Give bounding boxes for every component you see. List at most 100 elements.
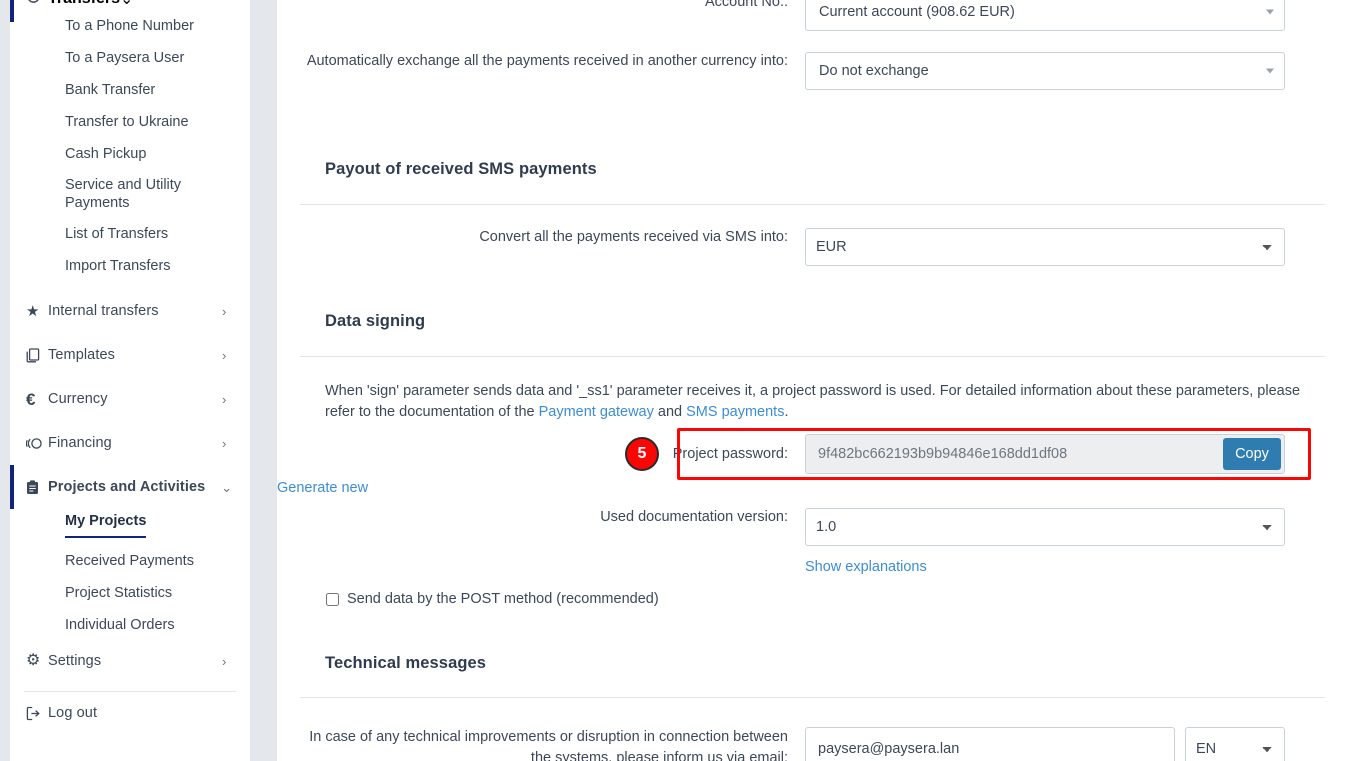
technical-email-row: In case of any technical improvements or… (277, 727, 1285, 761)
sidebar-item-transfers-label: Transfers (48, 0, 120, 8)
sidebar-item-currency-label: Currency (48, 391, 108, 407)
sidebar-item-import-transfers[interactable]: Import Transfers (10, 250, 250, 282)
auto-exchange-value: Do not exchange (819, 63, 929, 79)
chevron-right-icon: › (222, 653, 227, 669)
auto-exchange-select[interactable]: Do not exchange (805, 52, 1285, 90)
sms-convert-row: Convert all the payments received via SM… (277, 228, 1285, 266)
sidebar-sublabel: Import Transfers (65, 257, 171, 274)
sidebar-sublabel: Individual Orders (65, 616, 175, 633)
account-number-value: Current account (908.62 EUR) (819, 4, 1015, 20)
copy-icon (26, 347, 48, 363)
sidebar-item-internal-transfers[interactable]: ★ Internal transfers › (10, 289, 250, 333)
app-root: Transfers ⌄ To a Phone Number To a Payse… (0, 0, 1365, 761)
refresh-icon (26, 0, 48, 9)
sidebar-group-transfers: Transfers ⌄ To a Phone Number To a Payse… (10, 0, 250, 282)
sidebar-sublabel: Received Payments (65, 552, 194, 569)
sidebar-item-cash-pickup[interactable]: Cash Pickup (10, 138, 250, 170)
star-icon: ★ (26, 302, 40, 320)
sidebar-sublabel: To a Paysera User (65, 49, 185, 66)
data-signing-description: When 'sign' parameter sends data and '_s… (325, 381, 1325, 422)
generate-new-link[interactable]: Generate new (277, 480, 368, 496)
doc-version-label: Used documentation version: (600, 509, 788, 525)
sidebar-group-projects-and-activities: Projects and Activities ⌄ My Projects Re… (10, 465, 250, 641)
annotation-badge-5: 5 (625, 437, 659, 471)
sms-payments-link[interactable]: SMS payments (686, 404, 784, 420)
sidebar-item-financing[interactable]: Financing › (10, 421, 250, 465)
active-indicator (10, 0, 14, 22)
data-signing-heading: Data signing (325, 312, 426, 330)
doc-version-row: Used documentation version: 1.0 1.1 1.2 … (277, 508, 1285, 576)
payment-gateway-link[interactable]: Payment gateway (539, 404, 654, 420)
show-explanations-link[interactable]: Show explanations (805, 559, 927, 575)
account-number-control: Current account (908.62 EUR) (805, 0, 1285, 31)
project-password-input[interactable] (806, 435, 1223, 473)
gear-icon: ⚙ (26, 652, 41, 669)
sidebar-item-projects-and-activities[interactable]: Projects and Activities ⌄ (10, 465, 250, 509)
data-signing-rule (300, 356, 1325, 357)
clipboard-icon (26, 479, 48, 495)
sidebar-item-my-projects[interactable]: My Projects (10, 509, 250, 545)
description-end: . (784, 403, 789, 420)
sidebar-item-settings[interactable]: ⚙ Settings › (10, 641, 250, 681)
sidebar: Transfers ⌄ To a Phone Number To a Payse… (10, 0, 250, 761)
doc-version-select[interactable]: 1.0 1.1 1.2 (805, 508, 1285, 546)
account-number-select[interactable]: Current account (908.62 EUR) (805, 0, 1285, 31)
sidebar-item-list-of-transfers[interactable]: List of Transfers (10, 218, 250, 250)
sidebar-item-bank-transfer[interactable]: Bank Transfer (10, 74, 250, 106)
description-part1: When 'sign' parameter sends data and '_s… (325, 383, 1301, 420)
sidebar-sublabel: Bank Transfer (65, 81, 156, 98)
technical-email-control: EN LT RU PL (805, 727, 1285, 761)
main-content: Account No.: Current account (908.62 EUR… (277, 0, 1365, 761)
financing-icon (26, 437, 48, 450)
sms-payout-rule (300, 204, 1325, 205)
euro-icon: € (26, 389, 36, 409)
chevron-down-icon (1266, 9, 1274, 15)
chevron-down-icon (1266, 68, 1274, 74)
sidebar-item-templates[interactable]: Templates › (10, 333, 250, 377)
account-number-label: Account No.: (704, 0, 788, 10)
technical-language-select[interactable]: EN LT RU PL (1185, 727, 1285, 761)
sidebar-sublabel: List of Transfers (65, 225, 169, 242)
technical-messages-heading: Technical messages (325, 654, 487, 672)
sidebar-item-templates-label: Templates (48, 347, 115, 363)
sidebar-item-service-and-utility-payments[interactable]: Service and Utility Payments (10, 170, 250, 218)
sidebar-item-financing-label: Financing (48, 435, 112, 451)
project-password-label: Project password: (672, 446, 788, 462)
sidebar-sublabel: Transfer to Ukraine (65, 113, 189, 130)
logout-icon (26, 706, 48, 721)
description-and: and (653, 403, 687, 420)
sidebar-sublabel: Project Statistics (65, 584, 173, 601)
sidebar-item-log-out[interactable]: Log out (10, 692, 250, 734)
sms-convert-control: EUR USD GBP PLN (805, 228, 1285, 266)
auto-exchange-control: Do not exchange (805, 52, 1285, 90)
post-method-checkbox[interactable] (326, 592, 339, 606)
chevron-down-icon: ⌄ (120, 0, 133, 9)
auto-exchange-row: Automatically exchange all the payments … (277, 52, 1285, 90)
sidebar-item-received-payments[interactable]: Received Payments (10, 545, 250, 577)
technical-email-input[interactable] (805, 727, 1175, 761)
account-number-row: Account No.: Current account (908.62 EUR… (277, 0, 1285, 31)
chevron-right-icon: › (222, 303, 227, 319)
sidebar-item-log-out-label: Log out (48, 705, 98, 721)
sidebar-sublabel: My Projects (65, 512, 147, 539)
sidebar-item-transfers[interactable]: Transfers ⌄ (10, 0, 250, 22)
sms-convert-label: Convert all the payments received via SM… (479, 229, 788, 245)
sidebar-item-to-a-phone-number[interactable]: To a Phone Number (10, 10, 250, 42)
sidebar-item-transfer-to-ukraine[interactable]: Transfer to Ukraine (10, 106, 250, 138)
sidebar-item-settings-label: Settings (48, 653, 102, 669)
sidebar-item-individual-orders[interactable]: Individual Orders (10, 609, 250, 641)
technical-email-label-line1: In case of any technical improvements or… (309, 729, 788, 745)
sidebar-item-project-statistics[interactable]: Project Statistics (10, 577, 250, 609)
sidebar-item-internal-transfers-label: Internal transfers (48, 303, 159, 319)
chevron-down-icon: ⌄ (221, 479, 232, 495)
post-method-label[interactable]: Send data by the POST method (recommende… (347, 591, 659, 607)
chevron-right-icon: › (222, 391, 227, 407)
active-indicator (10, 465, 14, 509)
sms-convert-select[interactable]: EUR USD GBP PLN (805, 228, 1285, 266)
copy-button[interactable]: Copy (1223, 438, 1281, 470)
technical-email-label-line2: the systems, please inform us via email: (530, 750, 788, 761)
doc-version-control: 1.0 1.1 1.2 Show explanations (805, 508, 1285, 576)
sidebar-item-to-a-paysera-user[interactable]: To a Paysera User (10, 42, 250, 74)
sidebar-item-currency[interactable]: € Currency › (10, 377, 250, 421)
sidebar-sublabel: Service and Utility Payments (65, 176, 182, 211)
